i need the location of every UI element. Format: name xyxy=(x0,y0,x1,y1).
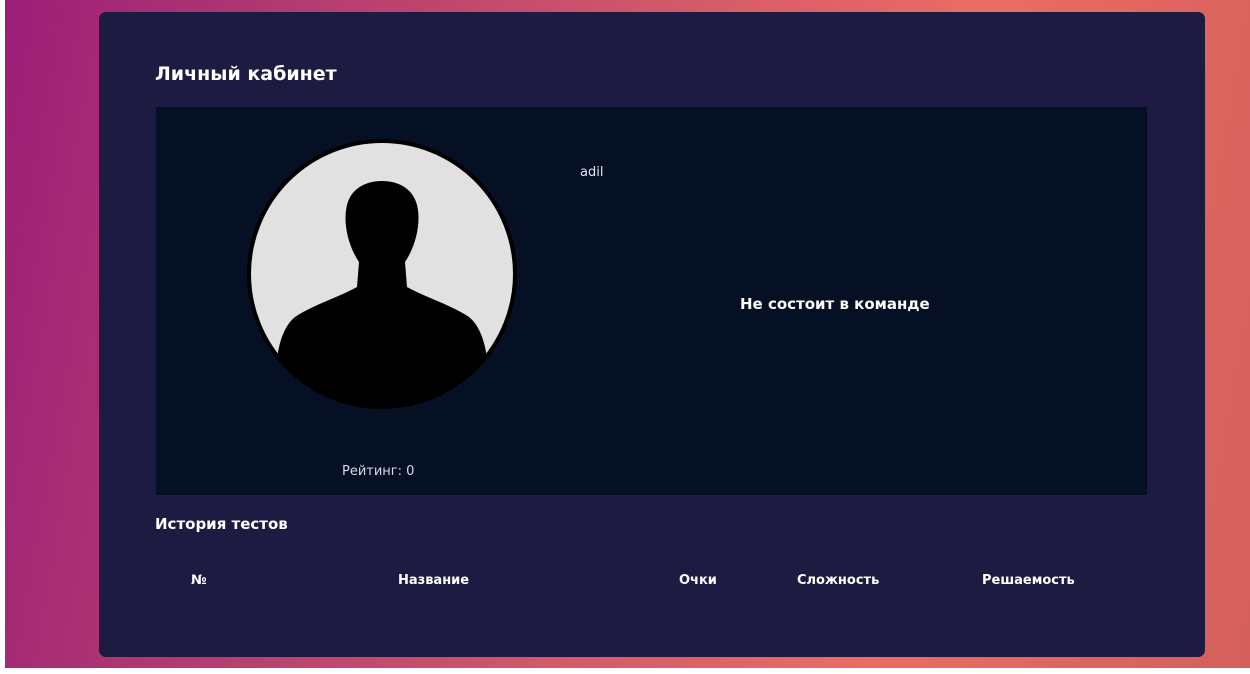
account-card: Личный кабинет Рейтинг: 0 adil Не состои… xyxy=(99,12,1205,657)
profile-panel: Рейтинг: 0 adil Не состоит в команде xyxy=(156,107,1147,495)
column-header-solvability: Решаемость xyxy=(982,573,1075,588)
team-status: Не состоит в команде xyxy=(740,295,930,313)
tests-history-title: История тестов xyxy=(155,515,288,533)
page-title: Личный кабинет xyxy=(155,63,337,85)
column-header-points: Очки xyxy=(679,573,717,588)
column-header-number: № xyxy=(191,573,207,588)
username: adil xyxy=(580,165,604,180)
column-header-difficulty: Сложность xyxy=(797,573,880,588)
user-silhouette-icon xyxy=(247,139,517,409)
tests-history-table: № Название Очки Сложность Решаемость xyxy=(99,573,1205,593)
column-header-name: Название xyxy=(398,573,470,588)
avatar xyxy=(247,139,517,409)
rating-label: Рейтинг: 0 xyxy=(342,464,415,479)
